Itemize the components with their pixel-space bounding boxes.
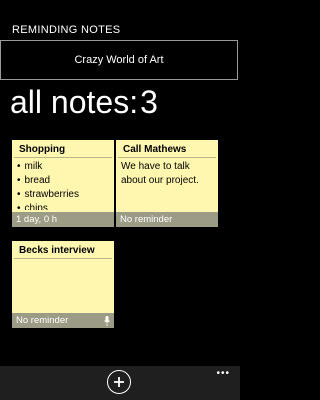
note-card-shopping[interactable]: Shopping milk bread strawberries chips 1… <box>12 140 114 227</box>
list-item: strawberries <box>17 188 109 202</box>
note-card-call-mathews[interactable]: Call Mathews We have to talk about our p… <box>116 140 218 227</box>
header-text: Crazy World of Art <box>74 54 164 66</box>
note-footer: No reminder <box>116 212 218 227</box>
note-title: Call Mathews <box>118 140 216 158</box>
microphone-icon <box>104 315 110 326</box>
ellipsis-icon[interactable]: ••• <box>216 369 230 379</box>
count-label: all notes: <box>10 84 139 120</box>
app-title: REMINDING NOTES <box>12 24 121 36</box>
note-body: milk bread strawberries chips <box>12 158 114 210</box>
note-title: Shopping <box>14 140 112 158</box>
note-card-becks-interview[interactable]: Becks interview No reminder <box>12 241 114 328</box>
note-body: We have to talk about our project. <box>121 161 199 186</box>
add-circle-icon[interactable] <box>107 370 131 394</box>
list-item: bread <box>17 174 109 188</box>
notes-count: all notes: 3 <box>10 86 158 126</box>
header-banner[interactable]: Crazy World of Art <box>0 40 238 80</box>
list-item: chips <box>17 202 109 210</box>
note-title: Becks interview <box>14 241 112 259</box>
note-footer: 1 day, 0 h <box>12 212 114 227</box>
reminder-text: No reminder <box>120 214 173 225</box>
note-footer: No reminder <box>12 313 114 328</box>
reminder-text: No reminder <box>16 315 69 326</box>
app-bar: ••• <box>0 366 240 400</box>
reminder-text: 1 day, 0 h <box>16 214 58 225</box>
list-item: milk <box>17 160 109 174</box>
note-body <box>12 259 114 311</box>
count-value: 3 <box>140 84 158 120</box>
